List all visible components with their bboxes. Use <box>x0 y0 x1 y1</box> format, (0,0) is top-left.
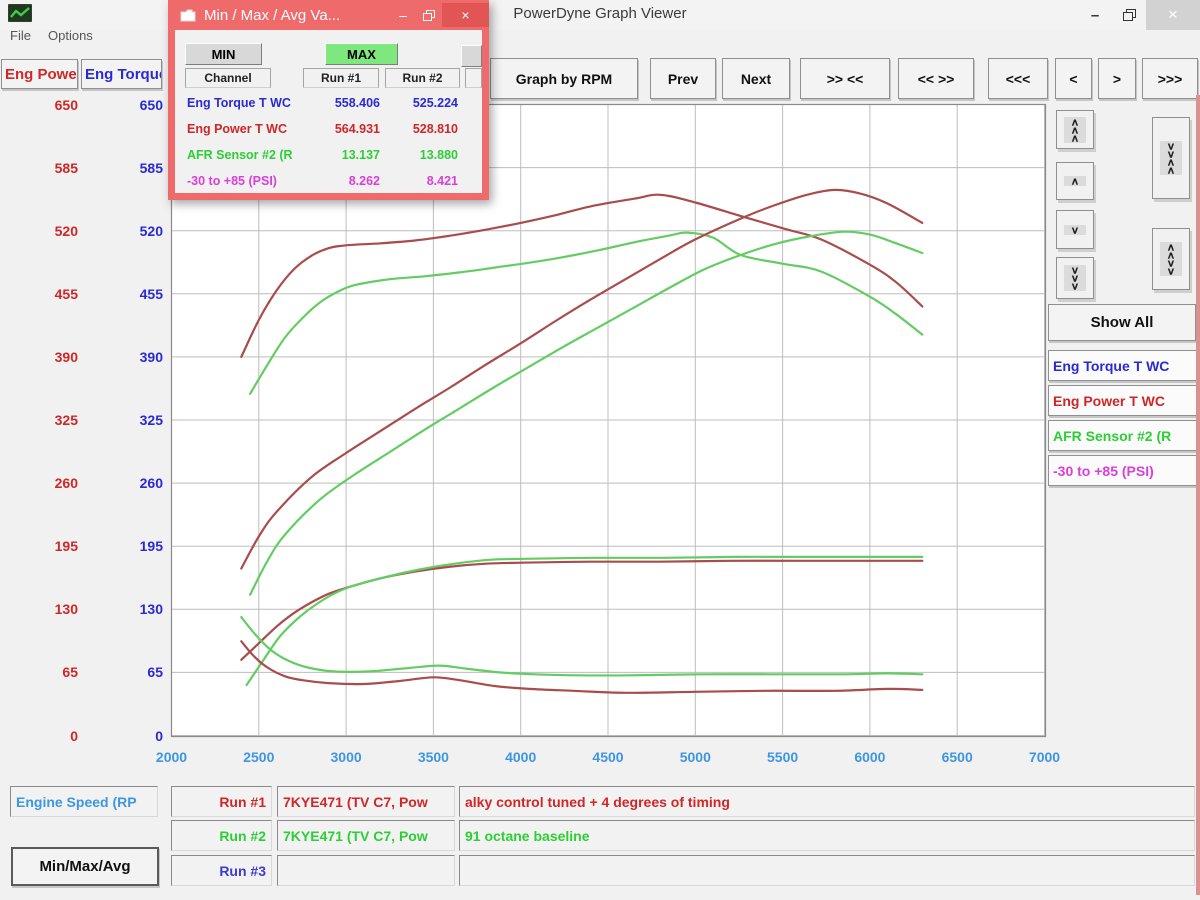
y-tick-label-power: 260 <box>54 475 78 492</box>
x-tick-label: 6500 <box>941 749 973 765</box>
run3-comment-field[interactable] <box>459 855 1195 886</box>
channel-name: AFR Sensor #2 (R <box>187 148 293 162</box>
y-tick-label-torque: 585 <box>139 159 163 176</box>
max-tab-button[interactable]: MAX <box>325 43 398 65</box>
x-axis-channel-field[interactable]: Engine Speed (RP <box>10 786 158 817</box>
run2-comment-field[interactable]: 91 octane baseline <box>459 820 1195 851</box>
table-row-power: Eng Power T WC 564.931 528.810 <box>175 118 482 143</box>
column-header-run1[interactable]: Run #1 <box>303 68 379 88</box>
run2-value: 525.224 <box>412 96 458 110</box>
y-tick-label-torque: 455 <box>139 285 163 302</box>
y-tick-label-torque: 325 <box>139 412 163 428</box>
run2-value: 528.810 <box>412 122 458 136</box>
y-tick-label-torque: 260 <box>139 475 163 492</box>
dialog-title-bar: Min / Max / Avg Va... – × <box>168 0 489 30</box>
powerdyne-window: PowerDyne Graph Viewer – × File Options … <box>0 0 1200 900</box>
x-tick-label: 7000 <box>1028 749 1061 765</box>
column-header-run2[interactable]: Run #2 <box>385 68 460 88</box>
y-tick-label-power: 650 <box>54 96 78 113</box>
y-tick-label-power: 585 <box>54 159 78 176</box>
channel-name: -30 to +85 (PSI) <box>187 174 277 188</box>
y-tick-label-power: 520 <box>54 222 78 239</box>
dialog-restore-icon <box>423 9 435 21</box>
y-tick-label-power: 65 <box>62 664 78 681</box>
legend-item-power[interactable]: Eng Power T WC <box>1048 385 1200 416</box>
x-tick-label: 2000 <box>155 749 188 765</box>
run3-label: Run #3 <box>171 855 272 886</box>
run1-value: 564.931 <box>334 122 380 136</box>
y-tick-label-torque: 520 <box>139 222 163 239</box>
run1-value: 13.137 <box>341 148 380 162</box>
x-tick-label: 6000 <box>854 749 886 765</box>
run1-value: 558.406 <box>334 96 380 110</box>
run2-value: 8.421 <box>426 174 458 188</box>
column-header-channel[interactable]: Channel <box>185 68 271 88</box>
y-tick-label-power: 325 <box>54 412 78 428</box>
run1-value: 8.262 <box>348 174 380 188</box>
run2-label: Run #2 <box>171 820 272 851</box>
y-tick-label-power: 390 <box>54 348 78 365</box>
x-tick-label: 3500 <box>417 749 449 765</box>
dialog-close-button[interactable]: × <box>442 3 489 27</box>
run2-value: 13.880 <box>419 148 458 162</box>
x-tick-label: 4500 <box>592 749 624 765</box>
dialog-restore-button[interactable] <box>416 3 442 27</box>
avg-tab-button-partial[interactable] <box>461 45 482 67</box>
channel-name: Eng Torque T WC <box>187 96 291 110</box>
dialog-minimize-button[interactable]: – <box>390 3 416 27</box>
run3-file-field[interactable] <box>277 855 455 886</box>
y-tick-label-power: 0 <box>70 727 78 744</box>
y-tick-label-power: 195 <box>54 538 78 555</box>
window-edge-highlight <box>1196 95 1200 895</box>
run1-comment-field[interactable]: alky control tuned + 4 degrees of timing <box>459 786 1195 817</box>
table-row-afr: AFR Sensor #2 (R 13.137 13.880 <box>175 144 482 169</box>
legend-item-boost[interactable]: -30 to +85 (PSI) <box>1048 455 1200 486</box>
y-tick-label-torque: 195 <box>139 538 163 555</box>
x-tick-label: 5000 <box>679 749 711 765</box>
y-tick-label-power: 455 <box>54 285 78 302</box>
y-tick-label-power: 130 <box>54 601 78 618</box>
table-row-boost: -30 to +85 (PSI) 8.262 8.421 <box>175 170 482 195</box>
dialog-title: Min / Max / Avg Va... <box>204 6 341 24</box>
run1-file-field[interactable]: 7KYE471 (TV C7, Pow <box>277 786 455 817</box>
run1-label: Run #1 <box>171 786 272 817</box>
y-tick-label-torque: 0 <box>155 727 163 744</box>
min-max-avg-dialog: Min / Max / Avg Va... – × MIN MAX Channe… <box>168 0 489 200</box>
legend-item-afr[interactable]: AFR Sensor #2 (R <box>1048 420 1200 451</box>
run2-file-field[interactable]: 7KYE471 (TV C7, Pow <box>277 820 455 851</box>
dialog-body: MIN MAX Channel Run #1 Run #2 Eng Torque… <box>175 30 482 193</box>
y-tick-label-torque: 650 <box>139 96 163 113</box>
x-tick-label: 2500 <box>243 749 275 765</box>
folder-icon <box>180 9 196 21</box>
y-tick-label-torque: 130 <box>139 601 163 618</box>
y-tick-label-torque: 65 <box>147 664 163 681</box>
x-tick-label: 3000 <box>330 749 362 765</box>
column-header-partial <box>465 68 482 88</box>
table-row-torque: Eng Torque T WC 558.406 525.224 <box>175 92 482 117</box>
legend-item-torque[interactable]: Eng Torque T WC <box>1048 350 1200 381</box>
y-tick-label-torque: 390 <box>139 348 163 365</box>
x-tick-label: 5500 <box>767 749 799 765</box>
channel-name: Eng Power T WC <box>187 122 287 136</box>
min-tab-button[interactable]: MIN <box>185 43 262 65</box>
x-tick-label: 4000 <box>505 749 537 765</box>
